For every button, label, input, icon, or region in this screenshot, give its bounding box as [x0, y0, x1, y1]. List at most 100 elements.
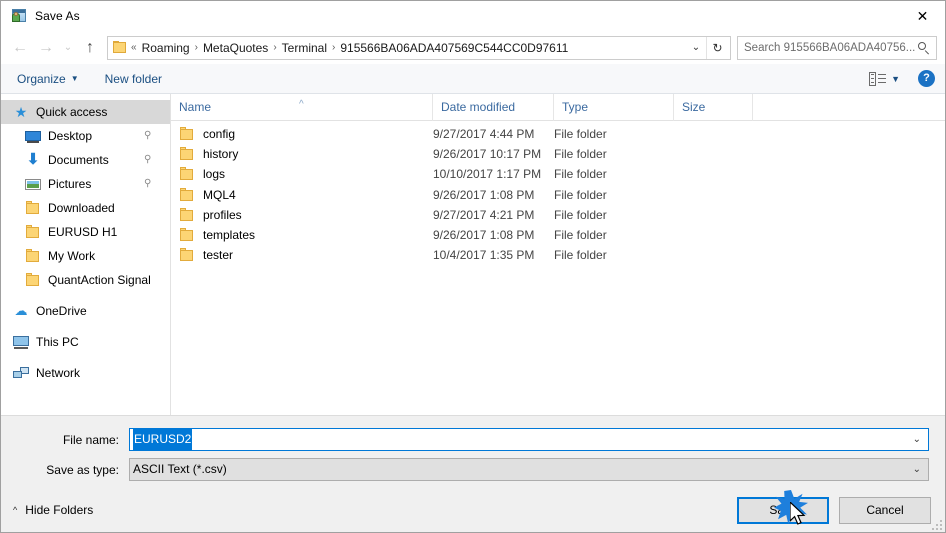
breadcrumb-terminal[interactable]: Terminal — [278, 37, 331, 59]
column-header-name[interactable]: ^ Name — [171, 93, 433, 121]
back-icon[interactable]: ← — [7, 35, 33, 61]
file-name-cell: templates — [171, 227, 433, 243]
folder-icon — [179, 247, 195, 263]
new-folder-button[interactable]: New folder — [105, 72, 162, 86]
breadcrumb-current-folder[interactable]: 915566BA06ADA407569C544CC0D97611 — [336, 37, 572, 59]
dialog-body: ★ Quick access Desktop ⚲ ⬇ Documents ⚲ P… — [1, 93, 945, 415]
forward-icon[interactable]: → — [33, 35, 59, 61]
sidebar-item-this-pc[interactable]: This PC — [1, 330, 170, 354]
hide-folders-button[interactable]: ^ Hide Folders — [13, 503, 93, 517]
column-header-size[interactable]: Size — [674, 93, 753, 121]
save-as-app-icon — [11, 8, 27, 24]
file-name-value: EURUSD2 — [133, 428, 193, 451]
file-name-row: File name: EURUSD2 ⌄ — [17, 428, 929, 451]
table-row[interactable]: templates 9/26/2017 1:08 PM File folder — [171, 225, 945, 245]
table-row[interactable]: tester 10/4/2017 1:35 PM File folder — [171, 245, 945, 265]
sidebar-item-eurusd-h1[interactable]: EURUSD H1 — [1, 220, 170, 244]
table-row[interactable]: profiles 9/27/2017 4:21 PM File folder — [171, 205, 945, 225]
file-name-cell: config — [171, 126, 433, 142]
file-name-text: profiles — [203, 207, 242, 222]
chevron-down-icon[interactable]: ⌄ — [913, 429, 921, 450]
recent-locations-icon[interactable]: ⌄ — [59, 35, 77, 61]
search-input[interactable] — [744, 41, 916, 54]
sidebar-item-network[interactable]: Network — [1, 361, 170, 385]
sidebar-item-quick-access[interactable]: ★ Quick access — [1, 100, 170, 124]
sidebar-item-desktop[interactable]: Desktop ⚲ — [1, 124, 170, 148]
search-icon — [916, 40, 932, 56]
save-as-type-label: Save as type: — [46, 462, 119, 477]
save-form: File name: EURUSD2 ⌄ Save as type: ASCII… — [1, 415, 945, 488]
table-row[interactable]: history 9/26/2017 10:17 PM File folder — [171, 144, 945, 164]
organize-button[interactable]: Organize ▼ — [17, 72, 79, 86]
organize-label: Organize — [17, 71, 66, 86]
folder-icon — [179, 166, 195, 182]
star-icon: ★ — [14, 104, 28, 120]
pin-icon[interactable]: ⚲ — [144, 154, 154, 166]
address-bar[interactable]: « Roaming › MetaQuotes › Terminal › 9155… — [107, 35, 731, 60]
folder-icon — [25, 224, 41, 240]
refresh-icon[interactable]: ↻ — [706, 36, 728, 59]
sidebar-item-label: Downloaded — [48, 201, 115, 215]
date-modified-cell: 9/26/2017 1:08 PM — [433, 187, 535, 202]
breadcrumb-overflow-icon[interactable]: « — [130, 37, 138, 59]
sidebar-item-onedrive[interactable]: ☁ OneDrive — [1, 299, 170, 323]
computer-icon — [13, 334, 29, 350]
sidebar-item-quantaction-signal[interactable]: QuantAction Signal — [1, 268, 170, 292]
file-name-cell: profiles — [171, 207, 433, 223]
search-box[interactable] — [737, 35, 937, 60]
help-icon[interactable]: ? — [918, 70, 935, 87]
save-as-type-row: Save as type: ASCII Text (*.csv) ⌄ — [17, 458, 929, 481]
table-row[interactable]: MQL4 9/26/2017 1:08 PM File folder — [171, 185, 945, 205]
file-name-cell: tester — [171, 247, 433, 263]
dialog-footer: ^ Hide Folders Save Cancel — [1, 488, 945, 532]
view-mode-chevron-icon[interactable]: ▼ — [891, 74, 900, 84]
file-name-text: logs — [203, 167, 226, 182]
folder-icon — [25, 200, 41, 216]
table-row[interactable]: logs 10/10/2017 1:17 PM File folder — [171, 164, 945, 184]
pin-icon[interactable]: ⚲ — [144, 130, 154, 142]
folder-icon — [25, 272, 41, 288]
file-name-input[interactable]: EURUSD2 ⌄ — [129, 428, 929, 451]
breadcrumb-metaquotes[interactable]: MetaQuotes — [199, 37, 272, 59]
column-header-type[interactable]: Type — [554, 93, 674, 121]
folder-icon — [179, 227, 195, 243]
save-as-type-select[interactable]: ASCII Text (*.csv) ⌄ — [129, 458, 929, 481]
column-headers: ^ Name Date modified Type Size — [171, 93, 945, 121]
file-rows: config 9/27/2017 4:44 PM File folder histor… — [171, 121, 945, 415]
sidebar-item-downloaded[interactable]: Downloaded — [1, 196, 170, 220]
chevron-down-icon[interactable]: ⌄ — [913, 459, 921, 480]
new-folder-label: New folder — [104, 71, 162, 86]
sidebar-item-label: Desktop — [48, 129, 93, 143]
table-row[interactable]: config 9/27/2017 4:44 PM File folder — [171, 124, 945, 144]
breadcrumb-roaming[interactable]: Roaming — [138, 37, 194, 59]
column-label: Name — [179, 99, 212, 114]
close-icon[interactable]: ✕ — [900, 1, 945, 31]
folder-icon — [179, 207, 195, 223]
save-button[interactable]: Save — [737, 496, 829, 524]
resize-grip[interactable] — [930, 518, 942, 530]
folder-icon — [179, 187, 195, 203]
up-icon[interactable]: ↑ — [77, 35, 103, 61]
chevron-down-icon[interactable]: ⌄ — [686, 37, 706, 59]
file-name-text: templates — [203, 228, 256, 243]
download-arrow-icon: ⬇ — [26, 151, 40, 168]
window-title: Save As — [35, 9, 80, 23]
view-mode-icon[interactable] — [869, 71, 887, 86]
pin-icon[interactable]: ⚲ — [144, 178, 154, 190]
hide-folders-label: Hide Folders — [25, 503, 94, 517]
sidebar-item-my-work[interactable]: My Work — [1, 244, 170, 268]
chevron-down-icon: ▼ — [70, 74, 79, 83]
file-name-cell: logs — [171, 166, 433, 182]
folder-icon — [179, 146, 195, 162]
command-toolbar: Organize ▼ New folder ▼ ? — [1, 64, 945, 94]
sidebar-item-label: QuantAction Signal — [48, 273, 151, 287]
file-name-cell: MQL4 — [171, 187, 433, 203]
chevron-up-icon: ^ — [13, 505, 18, 515]
column-header-date-modified[interactable]: Date modified — [433, 93, 554, 121]
type-cell: File folder — [554, 147, 607, 162]
file-name-text: config — [203, 127, 236, 142]
sidebar-item-pictures[interactable]: Pictures ⚲ — [1, 172, 170, 196]
sidebar-item-documents[interactable]: ⬇ Documents ⚲ — [1, 148, 170, 172]
cancel-button[interactable]: Cancel — [839, 496, 931, 524]
sidebar-item-label: Documents — [48, 153, 109, 167]
